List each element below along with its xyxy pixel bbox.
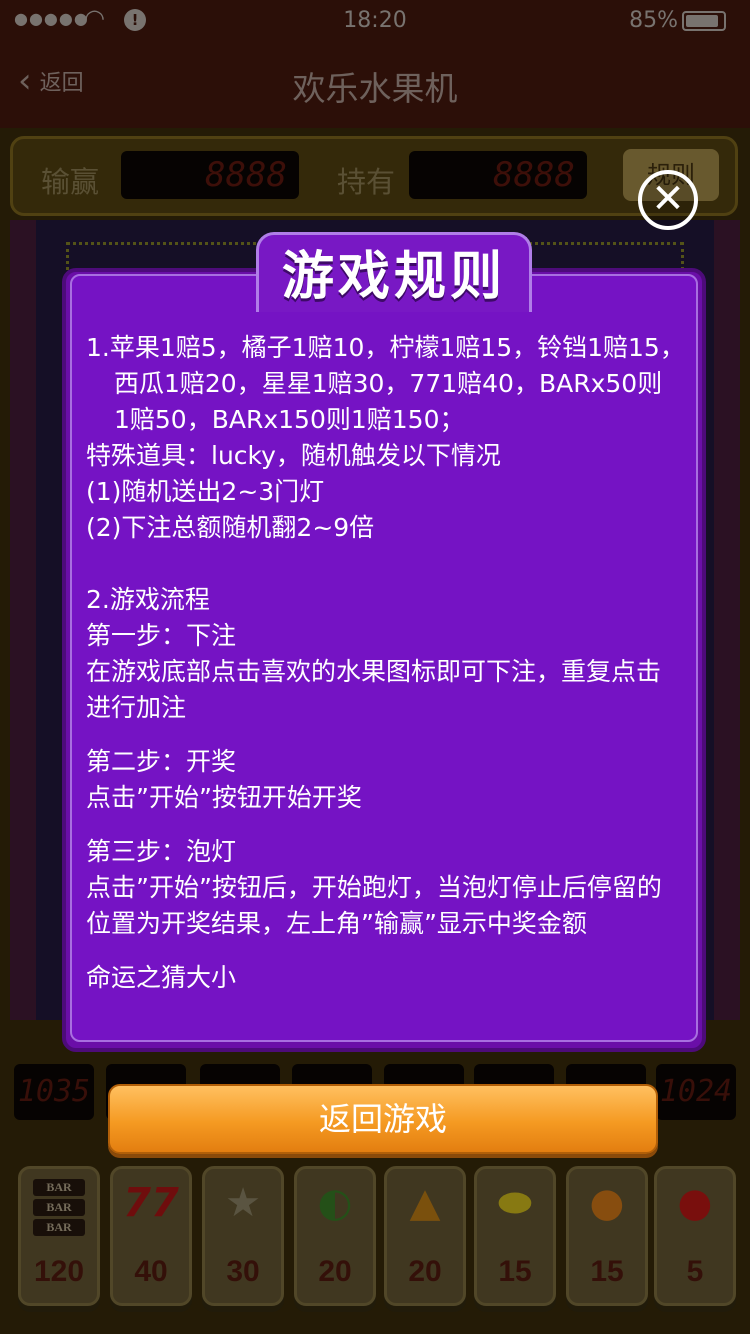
rule-line: 在游戏底部点击喜欢的水果图标即可下注，重复点击 bbox=[86, 657, 662, 686]
close-icon[interactable]: ✕ bbox=[638, 170, 698, 230]
rule-line: 位置为开奖结果，左上角”输赢”显示中奖金额 bbox=[86, 909, 587, 938]
rule-line: 第三步：泡灯 bbox=[86, 837, 237, 866]
rule-line: 点击”开始”按钮开始开奖 bbox=[86, 783, 362, 812]
rule-line: 进行加注 bbox=[86, 693, 187, 722]
rule-line: 第一步：下注 bbox=[86, 621, 237, 650]
rule-line: 第二步：开奖 bbox=[86, 747, 237, 776]
rule-line: 1赔50，BARx150则1赔150； bbox=[114, 405, 465, 434]
rule-line: 2.游戏流程 bbox=[86, 585, 210, 614]
back-to-game-button[interactable]: 返回游戏 bbox=[108, 1084, 658, 1154]
rule-line: (2)下注总额随机翻2~9倍 bbox=[86, 513, 375, 542]
dialog-title: 游戏规则 bbox=[256, 232, 532, 312]
rule-line: (1)随机送出2~3门灯 bbox=[86, 477, 325, 506]
rule-line: 点击”开始”按钮后，开始跑灯，当泡灯停止后停留的 bbox=[86, 873, 662, 902]
rule-line: 特殊道具：lucky，随机触发以下情况 bbox=[86, 441, 501, 470]
rule-line: 1.苹果1赔5，橘子1赔10，柠檬1赔15，铃铛1赔15， bbox=[86, 333, 685, 362]
rules-text: 1.苹果1赔5，橘子1赔10，柠檬1赔15，铃铛1赔15， 西瓜1赔20，星星1… bbox=[86, 330, 686, 996]
rule-line: 命运之猜大小 bbox=[86, 963, 237, 992]
rule-line: 西瓜1赔20，星星1赔30，771赔40，BARx50则 bbox=[114, 369, 663, 398]
